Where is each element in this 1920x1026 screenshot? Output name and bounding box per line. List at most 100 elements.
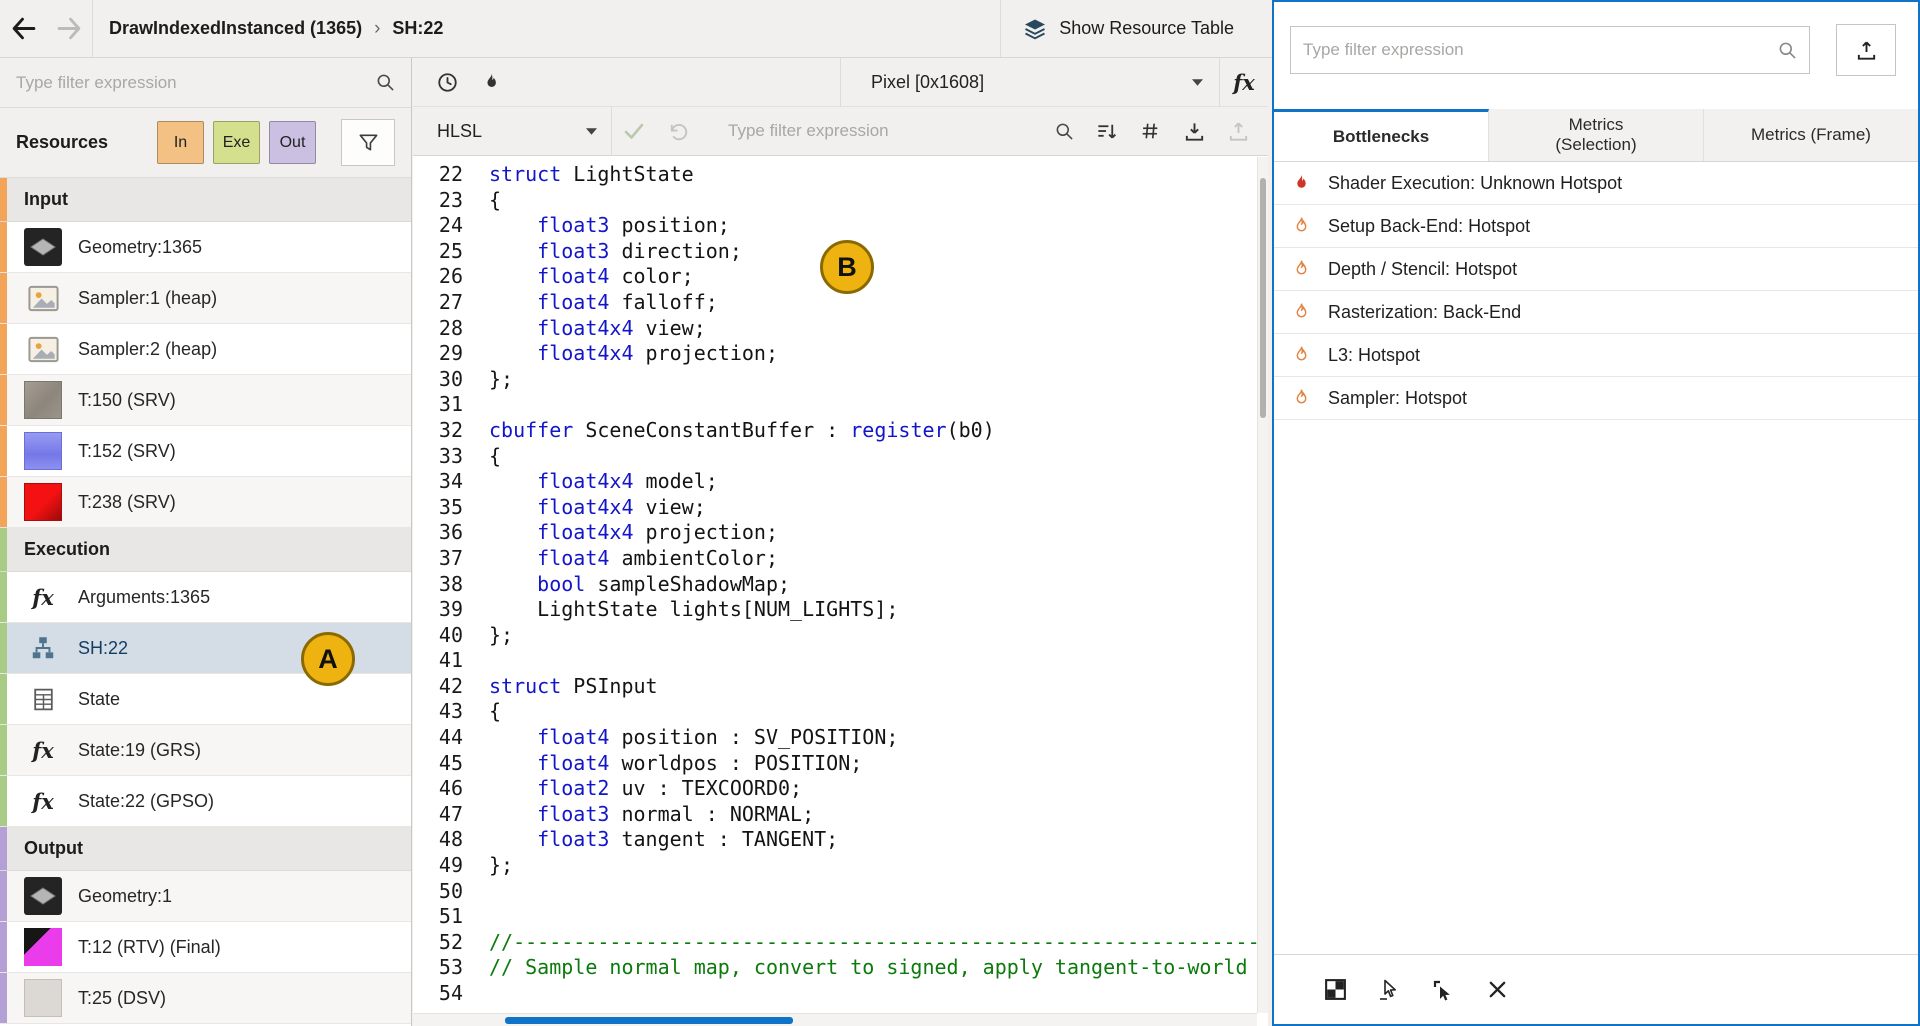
- line-numbers-button[interactable]: [1128, 109, 1172, 153]
- resource-item[interactable]: T:12 (RTV) (Final): [0, 922, 411, 973]
- section-stripe: [0, 725, 7, 775]
- bottleneck-row[interactable]: Shader Execution: Unknown Hotspot: [1274, 162, 1918, 205]
- bottleneck-row[interactable]: Rasterization: Back-End: [1274, 291, 1918, 334]
- toggle-exe[interactable]: Exe: [213, 121, 260, 164]
- undo-button[interactable]: [656, 109, 700, 153]
- line-number: 34: [413, 469, 463, 495]
- code-vertical-scrollbar[interactable]: [1257, 157, 1268, 1013]
- bottleneck-row[interactable]: Sampler: Hotspot: [1274, 377, 1918, 420]
- toggle-in[interactable]: In: [157, 121, 204, 164]
- back-button[interactable]: [0, 1, 46, 57]
- scrollbar-thumb[interactable]: [505, 1017, 793, 1024]
- bottleneck-row[interactable]: Setup Back-End: Hotspot: [1274, 205, 1918, 248]
- show-resource-table-button[interactable]: Show Resource Table: [1001, 0, 1272, 57]
- code-line: 35 float4x4 view;: [413, 495, 1268, 521]
- timing-button[interactable]: [425, 60, 469, 104]
- texture-light-thumbnail: [24, 979, 62, 1017]
- code-line: 48 float3 tangent : TANGENT;: [413, 827, 1268, 853]
- code-line: 54: [413, 981, 1268, 1007]
- bottleneck-label: Shader Execution: Unknown Hotspot: [1328, 173, 1622, 194]
- resource-item[interactable]: fxArguments:1365: [0, 572, 411, 623]
- forward-arrow-icon: [56, 15, 83, 42]
- section-stripe: [0, 827, 7, 870]
- code-line: 34 float4x4 model;: [413, 469, 1268, 495]
- breadcrumb-event[interactable]: DrawIndexedInstanced (1365): [109, 18, 362, 39]
- code-line: 30};: [413, 367, 1268, 393]
- code-text: cbuffer SceneConstantBuffer : register(b…: [489, 418, 995, 444]
- line-number: 45: [413, 751, 463, 777]
- resource-item[interactable]: SH:22A: [0, 623, 411, 674]
- tab-metrics-frame[interactable]: Metrics (Frame): [1704, 109, 1918, 161]
- sort-button[interactable]: [1084, 109, 1128, 153]
- resource-item[interactable]: Sampler:2 (heap): [0, 324, 411, 375]
- resource-item[interactable]: Geometry:1365: [0, 222, 411, 273]
- line-number: 49: [413, 853, 463, 879]
- language-dropdown[interactable]: HLSL: [423, 121, 611, 142]
- bottleneck-row[interactable]: L3: Hotspot: [1274, 334, 1918, 377]
- line-number: 53: [413, 955, 463, 981]
- line-number: 25: [413, 239, 463, 265]
- resource-item[interactable]: T:152 (SRV): [0, 426, 411, 477]
- bottleneck-label: Setup Back-End: Hotspot: [1328, 216, 1530, 237]
- line-number: 26: [413, 264, 463, 290]
- shader-toolbar-bottom: HLSL: [413, 107, 1268, 156]
- topbar-right-group: Show Resource Table: [1000, 0, 1272, 57]
- resources-toolbar: Resources InExeOut: [0, 108, 411, 178]
- resource-item[interactable]: Sampler:1 (heap): [0, 273, 411, 324]
- resource-item[interactable]: T:150 (SRV): [0, 375, 411, 426]
- code-horizontal-scrollbar[interactable]: [413, 1013, 1257, 1026]
- fx-button[interactable]: fx: [1220, 60, 1268, 104]
- chevron-down-icon: [586, 128, 597, 135]
- forward-button[interactable]: [46, 1, 92, 57]
- tab-bottlenecks[interactable]: Bottlenecks: [1274, 109, 1489, 161]
- geometry-icon: [24, 228, 62, 266]
- resource-item[interactable]: State: [0, 674, 411, 725]
- line-number: 29: [413, 341, 463, 367]
- resource-item[interactable]: fxState:19 (GRS): [0, 725, 411, 776]
- code-text: float4 ambientColor;: [489, 546, 778, 572]
- resource-item[interactable]: T:25 (DSV): [0, 973, 411, 1024]
- code-text: bool sampleShadowMap;: [489, 572, 790, 598]
- pick-pixel-button[interactable]: [1366, 967, 1412, 1013]
- scrollbar-thumb[interactable]: [1260, 178, 1266, 418]
- resource-item[interactable]: Geometry:1: [0, 871, 411, 922]
- bottlenecks-filter-bar: [1274, 2, 1918, 76]
- code-text: float4 color;: [489, 264, 694, 290]
- line-number: 47: [413, 802, 463, 828]
- bottlenecks-filter-input[interactable]: [1303, 40, 1778, 60]
- hotspot-flame-button[interactable]: [469, 60, 513, 104]
- line-number: 37: [413, 546, 463, 572]
- shader-stage-dropdown[interactable]: Pixel [0x1608]: [841, 72, 1219, 93]
- select-region-button[interactable]: [1420, 967, 1466, 1013]
- clear-selection-button[interactable]: [1474, 967, 1520, 1013]
- flame-orange-icon: [1290, 259, 1312, 280]
- tab-metrics-selection[interactable]: Metrics (Selection): [1489, 109, 1704, 161]
- code-filter-input[interactable]: [728, 121, 1055, 141]
- undo-icon: [667, 120, 690, 143]
- section-stripe: [0, 674, 7, 724]
- line-number: 44: [413, 725, 463, 751]
- resources-filter-input[interactable]: [16, 73, 376, 93]
- code-text: LightState lights[NUM_LIGHTS];: [489, 597, 898, 623]
- metrics-tabs: BottlenecksMetrics (Selection)Metrics (F…: [1274, 109, 1918, 162]
- resource-item[interactable]: fxState:22 (GPSO): [0, 776, 411, 827]
- filter-button[interactable]: [341, 119, 395, 166]
- code-line: 28 float4x4 view;: [413, 316, 1268, 342]
- export-shader-button[interactable]: [1216, 109, 1260, 153]
- download-button[interactable]: [1172, 109, 1216, 153]
- resources-filter-bar: [0, 58, 411, 108]
- contrast-toggle-button[interactable]: [1312, 967, 1358, 1013]
- resource-item[interactable]: T:238 (SRV): [0, 477, 411, 528]
- chevron-down-icon: [1192, 79, 1203, 86]
- code-line: 39 LightState lights[NUM_LIGHTS];: [413, 597, 1268, 623]
- table-icon: [24, 680, 62, 718]
- flame-orange-icon: [1290, 216, 1312, 237]
- contrast-icon: [1323, 977, 1348, 1002]
- code-text: float4x4 view;: [489, 316, 706, 342]
- export-metrics-button[interactable]: [1836, 24, 1896, 76]
- bottleneck-row[interactable]: Depth / Stencil: Hotspot: [1274, 248, 1918, 291]
- toggle-out[interactable]: Out: [269, 121, 316, 164]
- apply-button[interactable]: [612, 109, 656, 153]
- code-line: 33{: [413, 444, 1268, 470]
- resource-section-header-output: Output: [0, 827, 411, 871]
